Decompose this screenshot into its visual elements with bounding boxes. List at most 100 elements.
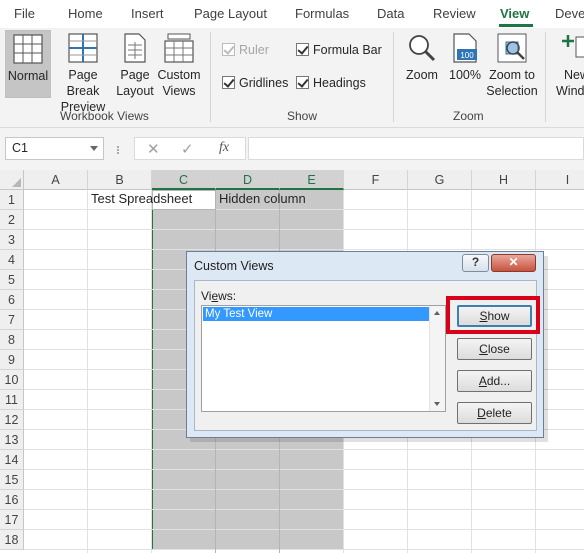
column-header-b[interactable]: B — [88, 170, 152, 190]
row-gridline — [24, 489, 584, 490]
tab-page-layout[interactable]: Page Layout — [194, 6, 267, 21]
headings-checkbox[interactable]: Headings — [296, 76, 366, 90]
views-listbox[interactable]: My Test View — [201, 305, 446, 412]
dialog-close-button[interactable]: ✕ — [491, 254, 536, 272]
ruler-label: Ruler — [239, 43, 269, 57]
chevron-down-icon[interactable] — [90, 146, 98, 151]
select-all-button[interactable] — [0, 170, 24, 190]
row-header-10[interactable]: 10 — [0, 370, 24, 390]
scroll-up-icon[interactable] — [434, 311, 440, 315]
close-button[interactable]: Close — [457, 338, 532, 360]
new-window-button[interactable]: New Windo — [554, 30, 584, 99]
views-label: Views: — [201, 289, 237, 303]
row-header-13[interactable]: 13 — [0, 430, 24, 450]
cell-b1[interactable]: Test Spreadsheet — [91, 191, 192, 206]
tab-formulas[interactable]: Formulas — [295, 6, 349, 21]
add-button[interactable]: Add... — [457, 370, 532, 392]
gridlines-checkbox[interactable]: Gridlines — [222, 76, 288, 90]
close-icon: ✕ — [508, 255, 519, 269]
row-header-18[interactable]: 18 — [0, 530, 24, 550]
page-layout-button[interactable]: Page Layout — [115, 30, 155, 99]
custom-views-icon — [164, 33, 194, 63]
custom-views-button[interactable]: Custom Views — [157, 30, 201, 99]
tab-review[interactable]: Review — [433, 6, 476, 21]
list-item[interactable]: My Test View — [203, 307, 429, 321]
custom-views-label-1: Custom — [157, 68, 201, 82]
enter-icon[interactable]: ✓ — [181, 140, 194, 158]
insert-function-icon[interactable]: fx — [219, 140, 229, 156]
help-button[interactable]: ? — [462, 254, 489, 272]
row-header-7[interactable]: 7 — [0, 310, 24, 330]
column-header-i[interactable]: I — [536, 170, 584, 190]
zoom-to-selection-label-1: Zoom to — [489, 68, 535, 82]
workbook-views-group-label: Workbook Views — [60, 109, 149, 123]
row-header-14[interactable]: 14 — [0, 450, 24, 470]
column-header-c[interactable]: C — [152, 170, 216, 190]
menu-bar: File Home Insert Page Layout Formulas Da… — [0, 0, 584, 28]
custom-views-label-2: Views — [162, 84, 196, 98]
delete-button[interactable]: Delete — [457, 402, 532, 424]
cancel-icon[interactable]: ✕ — [147, 140, 160, 158]
column-header-e[interactable]: E — [280, 170, 344, 190]
zoom-group-label: Zoom — [453, 109, 484, 123]
column-header-f[interactable]: F — [344, 170, 408, 190]
gridlines-check-icon — [222, 76, 235, 89]
tab-home[interactable]: Home — [68, 6, 103, 21]
page-break-label-1: Page Break — [66, 68, 100, 98]
column-header-g[interactable]: G — [408, 170, 472, 190]
row-header-11[interactable]: 11 — [0, 390, 24, 410]
ruler-check-icon — [222, 43, 235, 56]
formula-bar-checkbox[interactable]: Formula Bar — [296, 43, 382, 57]
zoom-100-button[interactable]: 100 100% — [446, 30, 484, 83]
name-box[interactable]: C1 — [5, 137, 104, 160]
zoom-100-label: 100% — [449, 68, 481, 82]
row-header-3[interactable]: 3 — [0, 230, 24, 250]
cell-d1[interactable]: Hidden column — [219, 191, 306, 206]
headings-label: Headings — [313, 76, 366, 90]
column-header-a[interactable]: A — [24, 170, 88, 190]
zoom-button[interactable]: Zoom — [402, 30, 442, 83]
row-gridline — [24, 229, 584, 230]
new-window-icon — [562, 35, 584, 58]
zoom-to-selection-label-2: Selection — [486, 84, 538, 98]
tab-data[interactable]: Data — [377, 6, 404, 21]
grip-icon[interactable] — [117, 146, 119, 154]
row-header-2[interactable]: 2 — [0, 210, 24, 230]
show-button-highlight — [446, 296, 540, 334]
name-box-value: C1 — [12, 141, 28, 155]
zoom-to-selection-button[interactable]: Zoom to Selection — [486, 30, 538, 99]
normal-view-button[interactable]: Normal — [5, 30, 51, 98]
row-gridline — [24, 469, 584, 470]
scroll-down-icon[interactable] — [434, 402, 440, 406]
group-separator — [393, 32, 394, 122]
formula-input[interactable] — [248, 137, 584, 160]
row-header-16[interactable]: 16 — [0, 490, 24, 510]
row-header-15[interactable]: 15 — [0, 470, 24, 490]
tab-view[interactable]: View — [500, 6, 529, 21]
ribbon: Normal Page Break Preview Page Layout Cu… — [0, 28, 584, 128]
tab-file[interactable]: File — [14, 6, 35, 21]
row-header-4[interactable]: 4 — [0, 250, 24, 270]
row-gridline — [24, 249, 584, 250]
row-header-9[interactable]: 9 — [0, 350, 24, 370]
page-layout-icon — [124, 33, 146, 63]
zoom-100-icon: 100 — [453, 33, 477, 63]
tab-insert[interactable]: Insert — [131, 6, 164, 21]
row-header-8[interactable]: 8 — [0, 330, 24, 350]
group-separator — [545, 32, 546, 122]
page-break-preview-button[interactable]: Page Break Preview — [53, 30, 113, 115]
column-header-d[interactable]: D — [216, 170, 280, 190]
row-header-12[interactable]: 12 — [0, 410, 24, 430]
page-layout-label-1: Page — [120, 68, 150, 82]
tab-developer[interactable]: Deve — [555, 6, 584, 21]
row-header-17[interactable]: 17 — [0, 510, 24, 530]
row-header-5[interactable]: 5 — [0, 270, 24, 290]
page-layout-label-2: Layout — [116, 84, 154, 98]
ruler-checkbox: Ruler — [222, 43, 269, 57]
row-header-6[interactable]: 6 — [0, 290, 24, 310]
scrollbar[interactable] — [429, 306, 445, 411]
row-header-1[interactable]: 1 — [0, 190, 24, 210]
normal-view-label: Normal — [7, 69, 49, 83]
column-header-h[interactable]: H — [472, 170, 536, 190]
dialog-title: Custom Views — [194, 259, 274, 273]
